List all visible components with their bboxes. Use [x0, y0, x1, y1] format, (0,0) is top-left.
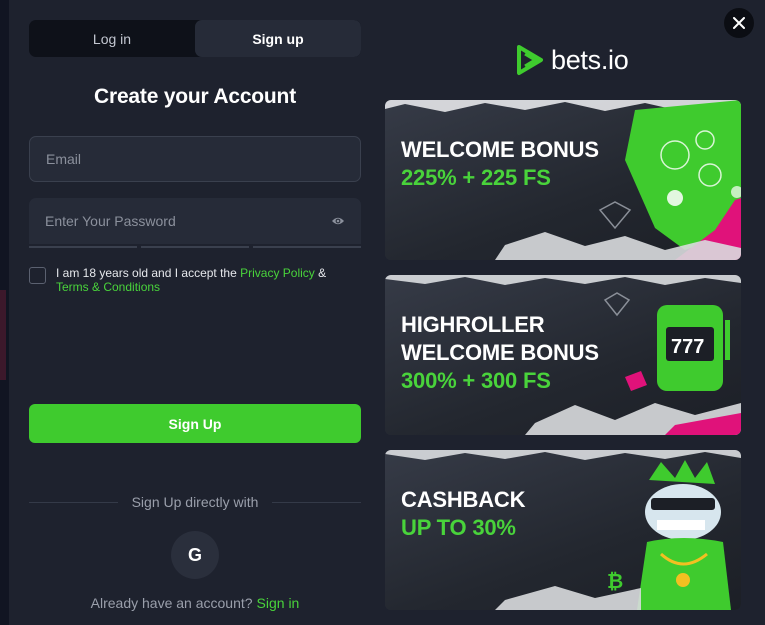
banner-highroller-title: HIGHROLLER	[401, 312, 545, 337]
signin-link[interactable]: Sign in	[257, 595, 300, 611]
tab-login[interactable]: Log in	[29, 20, 195, 57]
svg-text:₿: ₿	[607, 571, 623, 593]
banner-cashback-offer: UP TO 30%	[401, 515, 516, 540]
password-strength-meter	[29, 246, 361, 248]
google-icon: G	[187, 544, 202, 565]
auth-tabs: Log in Sign up	[29, 20, 361, 57]
banner-welcome-title: WELCOME BONUS	[401, 137, 599, 162]
terms-checkbox[interactable]	[29, 267, 46, 284]
already-text: Already have an account?	[90, 595, 253, 611]
terms-prefix: I am 18 years old and I accept the	[56, 266, 237, 280]
email-field[interactable]	[29, 136, 361, 182]
banner-welcome-offer: 225% + 225 FS	[401, 165, 551, 190]
promo-banner-highroller[interactable]: 777 HIGHROLLER WELCOME BONUS 300% + 300 …	[385, 275, 741, 435]
social-divider: Sign Up directly with	[29, 494, 362, 510]
signup-modal: Log in Sign up Create your Account I am …	[9, 0, 765, 625]
promo-banner-cashback[interactable]: ₿ CASHBACK UP TO 30%	[385, 450, 741, 610]
terms-text: I am 18 years old and I accept the Priva…	[56, 266, 326, 294]
banner-highroller-subtitle: WELCOME BONUS	[401, 340, 599, 365]
brand-logo: bets.io	[515, 44, 629, 76]
email-input[interactable]	[46, 151, 306, 167]
signup-form-panel: Log in Sign up Create your Account I am …	[29, 20, 362, 611]
bets-logo-icon	[517, 45, 543, 75]
signup-button[interactable]: Sign Up	[29, 404, 361, 443]
eye-icon[interactable]	[331, 214, 345, 228]
tab-signup[interactable]: Sign up	[195, 20, 361, 57]
page-background	[0, 0, 9, 625]
brand-name: bets.io	[551, 44, 629, 75]
signin-prompt: Already have an account? Sign in	[29, 595, 361, 611]
password-input[interactable]	[45, 213, 305, 229]
terms-ampersand: &	[318, 266, 327, 280]
privacy-policy-link[interactable]: Privacy Policy	[240, 266, 315, 280]
page-title: Create your Account	[94, 85, 296, 108]
terms-conditions-link[interactable]: Terms & Conditions	[56, 280, 160, 294]
terms-consent: I am 18 years old and I accept the Priva…	[29, 266, 361, 294]
banner-cashback-title: CASHBACK	[401, 487, 526, 512]
password-field[interactable]	[29, 198, 361, 244]
close-button[interactable]	[724, 8, 754, 38]
close-icon	[733, 17, 745, 29]
promo-banner-welcome[interactable]: WELCOME BONUS 225% + 225 FS	[385, 100, 741, 260]
banner-highroller-offer: 300% + 300 FS	[401, 368, 551, 393]
google-signup-button[interactable]: G	[171, 531, 219, 579]
svg-text:777: 777	[671, 336, 704, 358]
divider-text: Sign Up directly with	[131, 494, 259, 510]
